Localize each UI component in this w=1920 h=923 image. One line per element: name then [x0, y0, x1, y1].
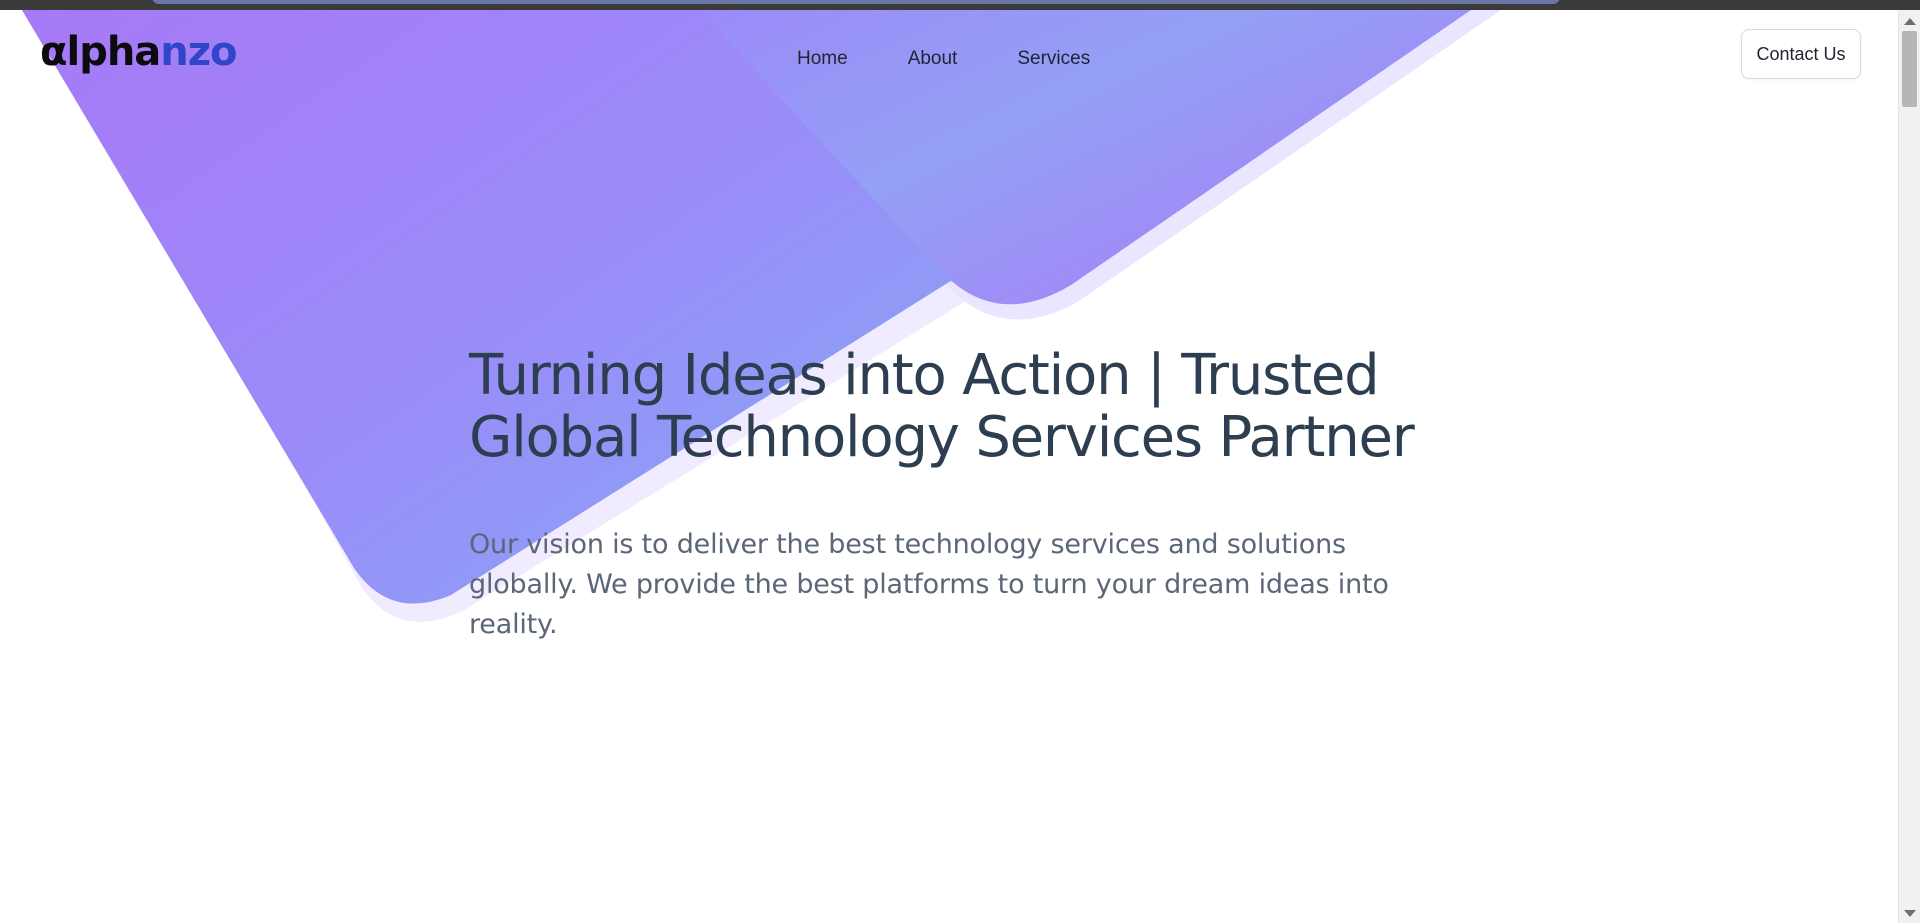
- browser-top-strip: [0, 0, 1920, 10]
- main-nav: Home About Services: [797, 42, 1090, 76]
- nav-about[interactable]: About: [908, 42, 958, 76]
- hero-subtitle: Our vision is to deliver the best techno…: [469, 529, 1389, 640]
- logo-part-2: nzo: [160, 29, 237, 75]
- scroll-down-icon[interactable]: [1904, 910, 1916, 917]
- contact-us-button[interactable]: Contact Us: [1741, 29, 1861, 79]
- vertical-scrollbar[interactable]: [1898, 10, 1920, 923]
- hero-section: Turning Ideas into Action | Trusted Glob…: [469, 345, 1429, 645]
- browser-scroll-indicator: [152, 0, 1560, 4]
- nav-services[interactable]: Services: [1017, 42, 1090, 76]
- scroll-up-icon[interactable]: [1904, 18, 1916, 25]
- nav-home[interactable]: Home: [797, 42, 848, 76]
- site-header: αlphanzo Home About Services Contact Us: [0, 10, 1898, 110]
- brand-logo[interactable]: αlphanzo: [40, 29, 238, 75]
- logo-part-1: αlpha: [40, 29, 161, 75]
- hero-title: Turning Ideas into Action | Trusted Glob…: [469, 343, 1415, 470]
- scroll-thumb[interactable]: [1902, 31, 1917, 107]
- page-viewport: αlphanzo Home About Services Contact Us …: [0, 10, 1898, 923]
